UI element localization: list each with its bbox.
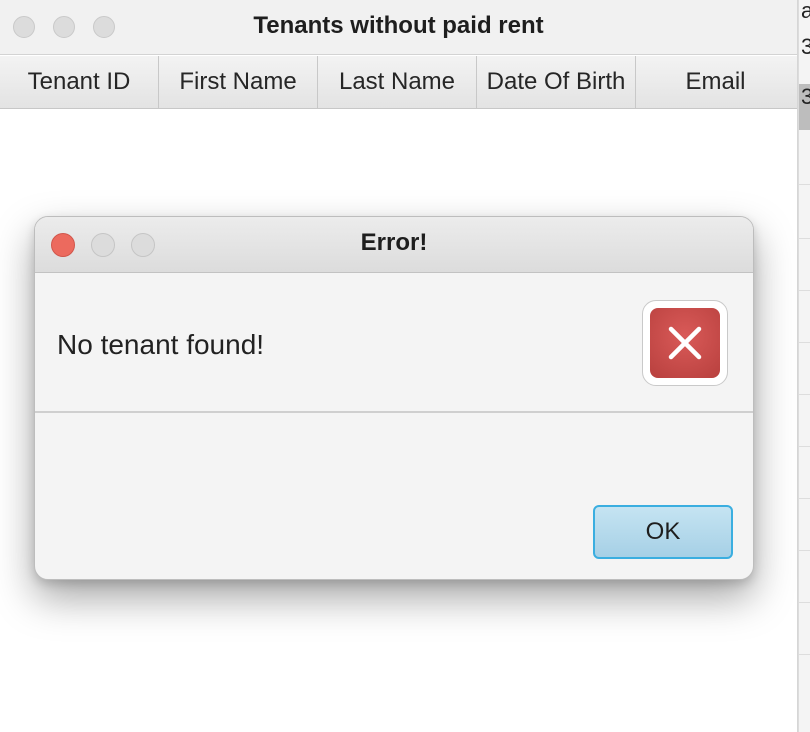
column-header-tenant-id[interactable]: Tenant ID (0, 56, 159, 108)
column-header-first-name[interactable]: First Name (159, 56, 318, 108)
background-row-divider (799, 290, 810, 291)
error-x-icon (650, 308, 720, 378)
background-text-fragment: 3 (801, 84, 810, 109)
main-window-title: Tenants without paid rent (253, 12, 544, 39)
dialog-header-panel: No tenant found! (35, 273, 753, 413)
column-header-date-of-birth[interactable]: Date Of Birth (477, 56, 636, 108)
background-row-divider (799, 550, 810, 551)
background-row-divider (799, 498, 810, 499)
main-titlebar[interactable]: Tenants without paid rent (0, 0, 797, 55)
background-text-fragment: a (801, 0, 810, 23)
error-icon-frame (642, 300, 728, 386)
background-row-divider (799, 394, 810, 395)
background-text-fragment: 3 (801, 34, 810, 59)
ok-button[interactable]: OK (593, 505, 733, 559)
dialog-title: Error! (360, 229, 428, 256)
tenants-table-header: Tenant ID First Name Last Name Date Of B… (0, 56, 797, 109)
background-row-divider (799, 654, 810, 655)
background-row-divider (799, 342, 810, 343)
x-mark-icon (668, 326, 702, 360)
background-row-divider (799, 602, 810, 603)
error-message: No tenant found! (57, 329, 265, 360)
dialog-titlebar[interactable]: Error! (35, 217, 753, 273)
background-window-strip: a 3 3 (798, 0, 810, 732)
background-row-divider (799, 446, 810, 447)
background-row-divider (799, 238, 810, 239)
background-row-divider (799, 184, 810, 185)
column-header-last-name[interactable]: Last Name (318, 56, 477, 108)
error-dialog: Error! No tenant found! OK (34, 216, 754, 580)
column-header-email[interactable]: Email (636, 56, 795, 108)
